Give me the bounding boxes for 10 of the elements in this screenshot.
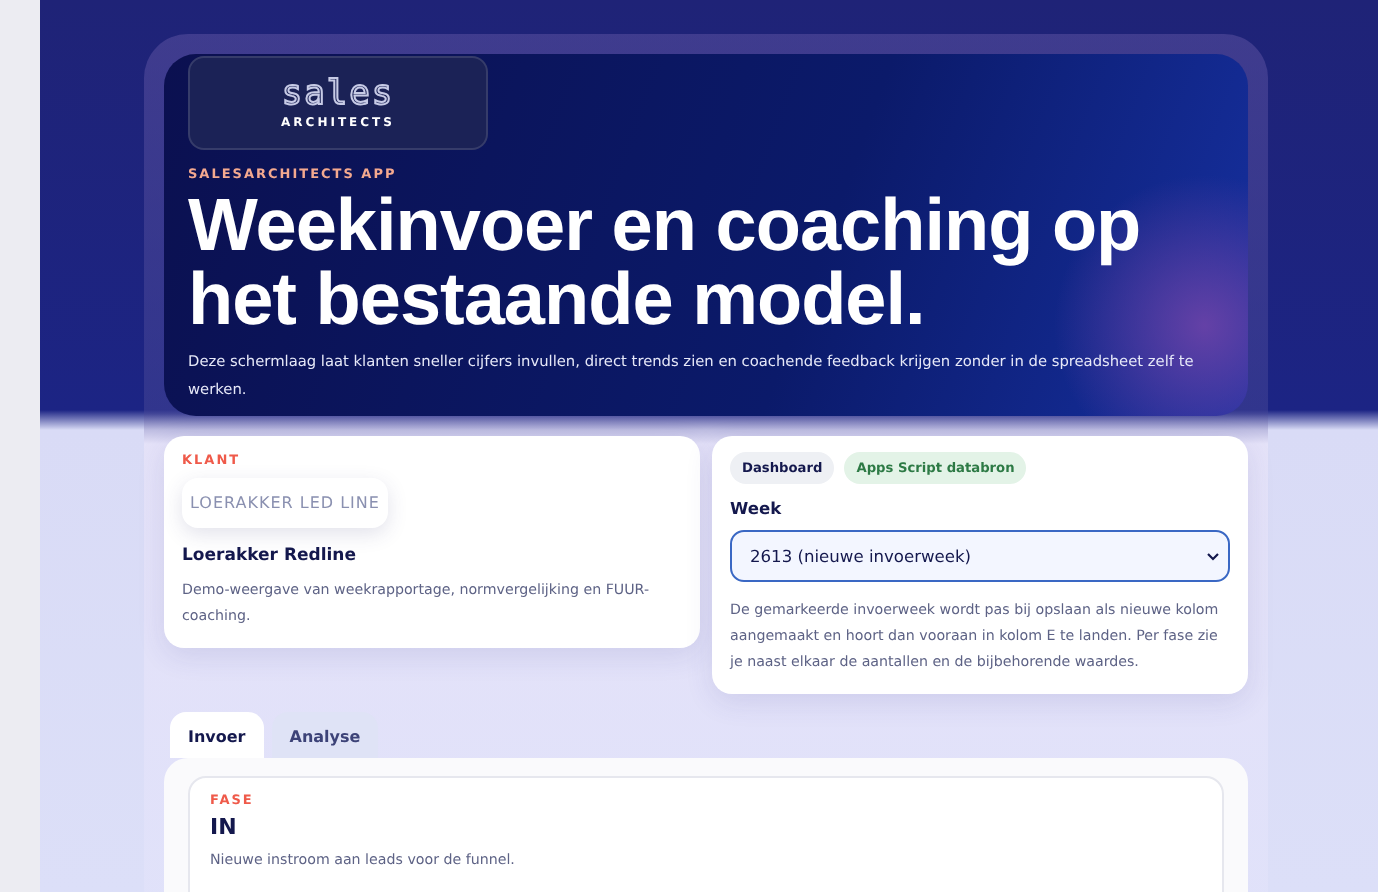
client-name: Loerakker Redline [182, 546, 358, 566]
logo-wordmark: sales [281, 77, 395, 111]
week-select[interactable]: 2613 (nieuwe invoerweek) [730, 530, 1230, 582]
tab[interactable]: Invoer [170, 712, 264, 758]
chevron-icon [1206, 551, 1220, 561]
week-label: Week [730, 498, 784, 518]
page-title: Weekinvoer en coaching op het bestaande model. [188, 188, 1143, 336]
tab[interactable]: Analyse [271, 712, 379, 758]
phase-title: IN [210, 814, 239, 840]
client-logo: LOERAKKER LED LINE [182, 478, 388, 528]
